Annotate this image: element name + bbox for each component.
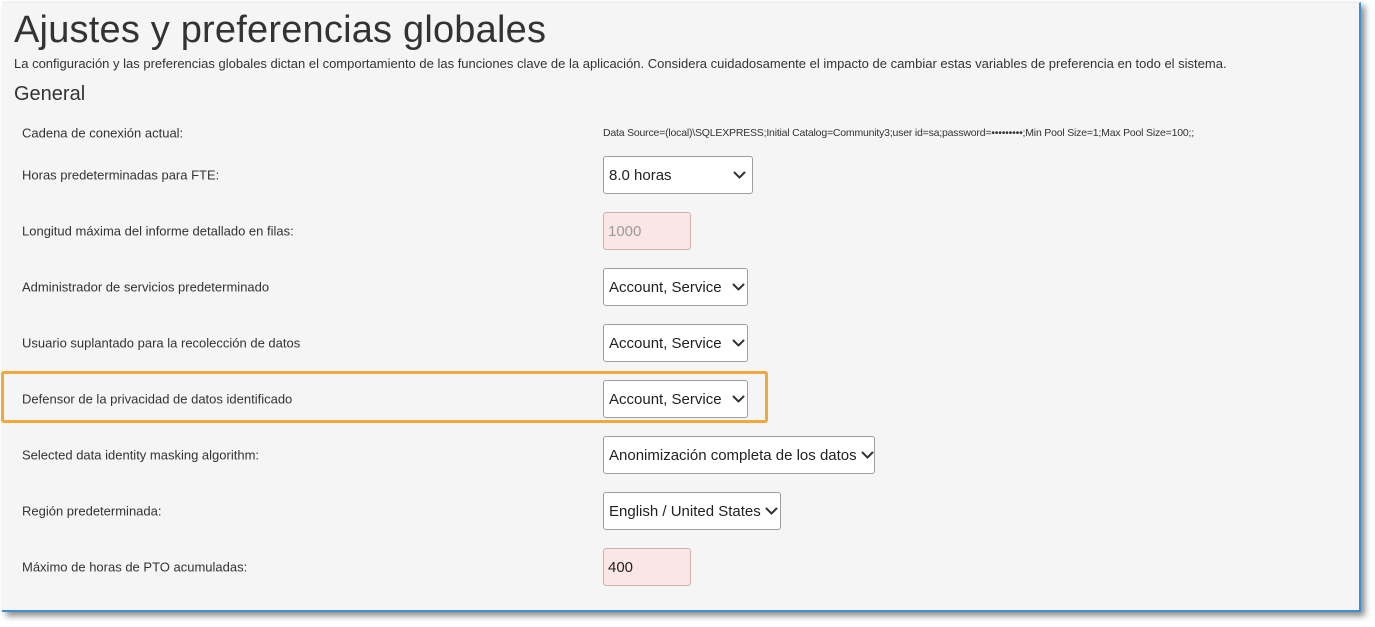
chevron-down-icon bbox=[861, 451, 874, 460]
region-select-value: English / United States bbox=[609, 502, 761, 520]
report-length-input[interactable]: 1000 bbox=[603, 212, 691, 250]
chevron-down-icon bbox=[733, 171, 746, 180]
service-admin-label: Administrador de servicios predeterminad… bbox=[22, 279, 270, 295]
page-title: Ajustes y preferencias globales bbox=[14, 9, 547, 51]
masking-algorithm-select-value: Anonimización completa de los datos bbox=[609, 446, 857, 464]
settings-panel: Ajustes y preferencias globales La confi… bbox=[2, 2, 1361, 612]
masking-algorithm-select[interactable]: Anonimización completa de los datos bbox=[603, 436, 875, 474]
region-label: Región predeterminada: bbox=[22, 503, 162, 519]
privacy-champion-select[interactable]: Account, Service bbox=[603, 380, 748, 418]
setting-row-service-admin: Administrador de servicios predeterminad… bbox=[2, 259, 1342, 315]
report-length-input-value: 1000 bbox=[608, 222, 642, 240]
privacy-champion-select-value: Account, Service bbox=[609, 390, 722, 408]
chevron-down-icon bbox=[732, 283, 745, 292]
setting-row-region: Región predeterminada: English / United … bbox=[2, 483, 1342, 539]
impersonated-user-select-value: Account, Service bbox=[609, 334, 722, 352]
setting-row-max-pto: Máximo de horas de PTO acumuladas: 400 bbox=[2, 539, 1342, 595]
impersonated-user-label: Usuario suplantado para la recolección d… bbox=[22, 335, 301, 351]
masking-algorithm-label: Selected data identity masking algorithm… bbox=[22, 447, 260, 463]
connection-string-label: Cadena de conexión actual: bbox=[22, 125, 184, 141]
max-pto-input-value: 400 bbox=[608, 558, 634, 576]
page-description: La configuración y las preferencias glob… bbox=[14, 56, 1227, 71]
impersonated-user-select[interactable]: Account, Service bbox=[603, 324, 748, 362]
chevron-down-icon bbox=[765, 507, 778, 516]
region-select[interactable]: English / United States bbox=[603, 492, 781, 530]
fte-hours-select-value: 8.0 horas bbox=[609, 166, 672, 184]
fte-hours-select[interactable]: 8.0 horas bbox=[603, 156, 753, 194]
setting-row-masking-algorithm: Selected data identity masking algorithm… bbox=[2, 427, 1342, 483]
max-pto-label: Máximo de horas de PTO acumuladas: bbox=[22, 559, 248, 575]
connection-string-value: Data Source=(local)\SQLEXPRESS;Initial C… bbox=[603, 127, 1194, 139]
setting-row-report-length: Longitud máxima del informe detallado en… bbox=[2, 203, 1342, 259]
service-admin-select[interactable]: Account, Service bbox=[603, 268, 748, 306]
max-pto-input[interactable]: 400 bbox=[603, 548, 691, 586]
chevron-down-icon bbox=[732, 395, 745, 404]
privacy-champion-label: Defensor de la privacidad de datos ident… bbox=[22, 391, 293, 407]
chevron-down-icon bbox=[732, 339, 745, 348]
setting-row-privacy-champion: Defensor de la privacidad de datos ident… bbox=[2, 371, 1342, 427]
setting-row-fte-hours: Horas predeterminadas para FTE: 8.0 hora… bbox=[2, 147, 1342, 203]
section-title-general: General bbox=[14, 83, 86, 105]
setting-row-impersonated-user: Usuario suplantado para la recolección d… bbox=[2, 315, 1342, 371]
fte-hours-label: Horas predeterminadas para FTE: bbox=[22, 167, 220, 183]
report-length-label: Longitud máxima del informe detallado en… bbox=[22, 223, 294, 239]
service-admin-select-value: Account, Service bbox=[609, 278, 722, 296]
